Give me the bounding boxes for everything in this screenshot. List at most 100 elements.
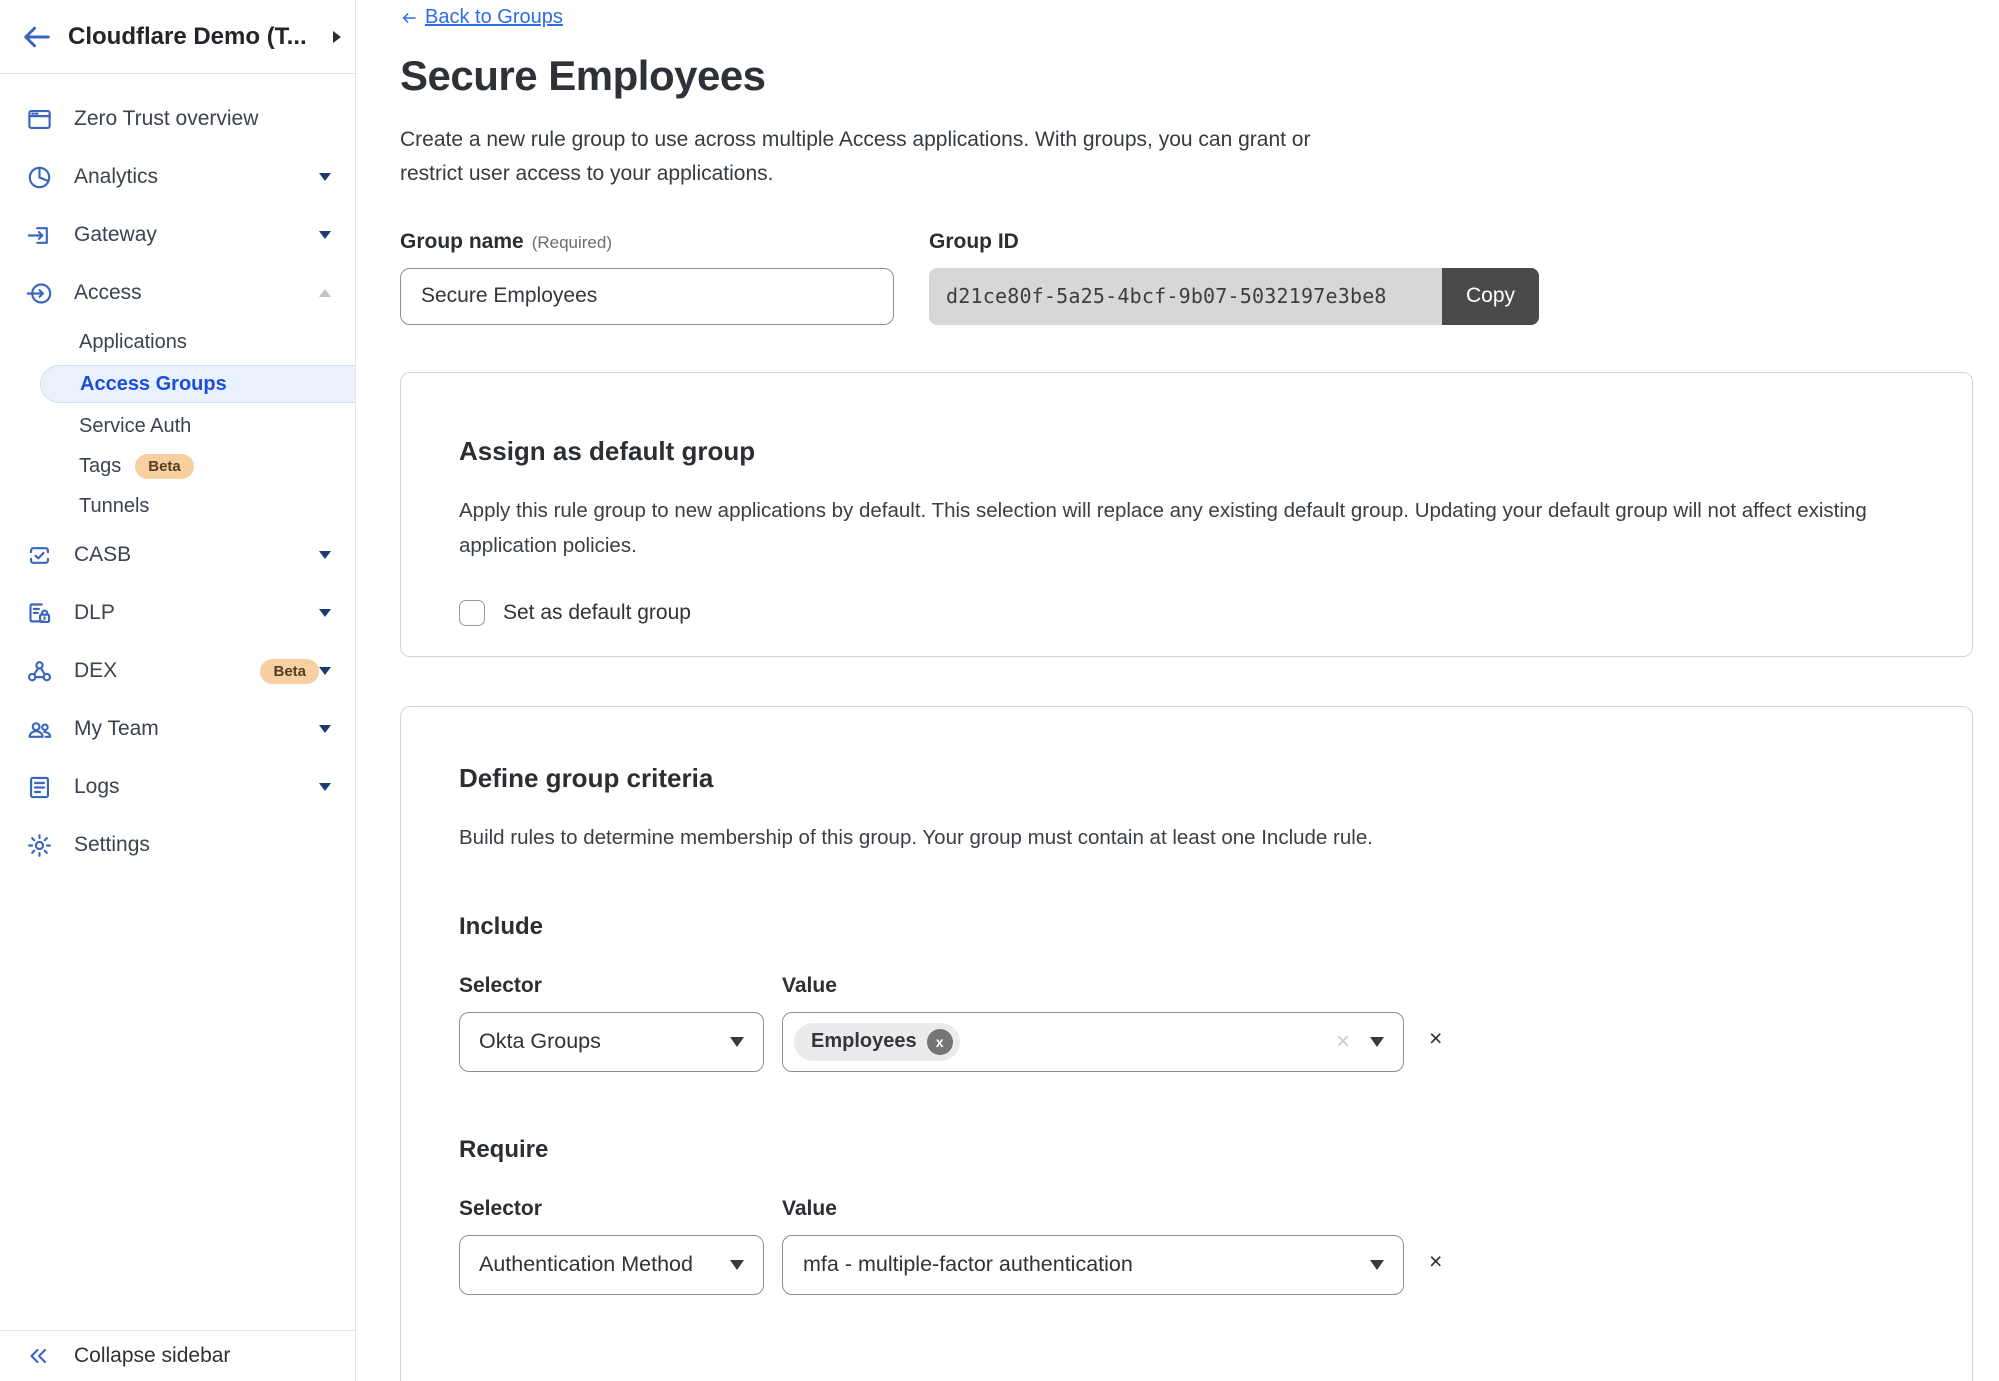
chevron-down-icon[interactable] <box>319 173 331 181</box>
remove-include-rule-icon[interactable]: × <box>1429 1027 1442 1072</box>
collapse-sidebar-button[interactable]: Collapse sidebar <box>0 1330 355 1381</box>
sidebar-item-label: Logs <box>74 775 319 799</box>
beta-badge: Beta <box>260 659 319 684</box>
include-selector-dropdown[interactable]: Okta Groups <box>459 1012 764 1072</box>
value-tag: Employees x <box>794 1023 960 1061</box>
sidebar-subitem-label: Access Groups <box>80 373 227 396</box>
include-selector-value: Okta Groups <box>479 1029 601 1054</box>
group-name-label-row: Group name(Required) <box>400 230 894 254</box>
sidebar-item-access[interactable]: Access <box>0 264 355 322</box>
sidebar-item-label: Access <box>74 281 319 305</box>
criteria-card-description: Build rules to determine membership of t… <box>459 820 1889 855</box>
network-nodes-icon <box>26 658 53 685</box>
document-lock-icon <box>26 600 53 627</box>
chevron-down-icon <box>730 1260 744 1270</box>
sidebar-item-service-auth[interactable]: Service Auth <box>0 406 355 446</box>
chevron-down-icon[interactable] <box>319 725 331 733</box>
require-value-dropdown[interactable]: mfa - multiple-factor authentication <box>782 1235 1404 1295</box>
require-rule-labels: Selector Value <box>459 1197 1914 1221</box>
value-tag-label: Employees <box>811 1030 917 1053</box>
sidebar-subitem-label: Service Auth <box>79 415 191 438</box>
window-icon <box>26 106 53 133</box>
chevron-right-icon[interactable] <box>333 31 341 43</box>
sidebar-item-access-groups[interactable]: Access Groups <box>40 365 355 403</box>
include-section: Include Selector Value Okta Groups Emplo… <box>459 913 1914 1072</box>
chevron-down-icon <box>1370 1260 1384 1270</box>
sidebar-item-label: DEX <box>74 659 246 683</box>
team-icon <box>26 716 53 743</box>
sidebar-item-logs[interactable]: Logs <box>0 758 355 816</box>
selector-label: Selector <box>459 974 782 998</box>
page-title: Secure Employees <box>400 52 1973 100</box>
back-to-groups-link[interactable]: Back to Groups <box>400 6 563 29</box>
chevron-down-icon <box>730 1037 744 1047</box>
sidebar-subitem-label: Tags <box>79 455 121 478</box>
sidebar-item-label: My Team <box>74 717 319 741</box>
default-group-card-title: Assign as default group <box>459 436 1914 467</box>
sidebar-item-settings[interactable]: Settings <box>0 816 355 874</box>
criteria-card: Define group criteria Build rules to det… <box>400 706 1973 1381</box>
sidebar-item-tags[interactable]: Tags Beta <box>0 446 355 486</box>
sidebar-item-my-team[interactable]: My Team <box>0 700 355 758</box>
group-name-field-group: Group name(Required) <box>400 230 894 325</box>
sidebar-item-label: Zero Trust overview <box>74 107 331 131</box>
chevron-down-icon[interactable] <box>319 667 331 675</box>
collapse-chevrons-icon <box>26 1344 50 1368</box>
chevron-down-icon[interactable] <box>319 609 331 617</box>
back-arrow-icon[interactable] <box>22 22 52 52</box>
require-value: mfa - multiple-factor authentication <box>803 1252 1370 1277</box>
sidebar-item-label: DLP <box>74 601 319 625</box>
required-hint: (Required) <box>532 233 612 252</box>
group-id-field-group: Group ID d21ce80f-5a25-4bcf-9b07-5032197… <box>929 230 1539 325</box>
include-value-multiselect[interactable]: Employees x × <box>782 1012 1404 1072</box>
require-selector-dropdown[interactable]: Authentication Method <box>459 1235 764 1295</box>
sidebar-item-casb[interactable]: CASB <box>0 526 355 584</box>
sidebar-item-label: CASB <box>74 543 319 567</box>
sidebar-item-analytics[interactable]: Analytics <box>0 148 355 206</box>
default-group-card-description: Apply this rule group to new application… <box>459 493 1889 564</box>
logs-icon <box>26 774 53 801</box>
copy-button[interactable]: Copy <box>1442 268 1539 325</box>
criteria-card-title: Define group criteria <box>459 763 1914 794</box>
set-default-group-checkbox-row[interactable]: Set as default group <box>459 600 1914 626</box>
sidebar-item-zero-trust-overview[interactable]: Zero Trust overview <box>0 90 355 148</box>
set-default-group-checkbox[interactable] <box>459 600 485 626</box>
sidebar-item-dex[interactable]: DEX Beta <box>0 642 355 700</box>
group-id-row: d21ce80f-5a25-4bcf-9b07-5032197e3be8 Cop… <box>929 268 1539 325</box>
main-content: Back to Groups Secure Employees Create a… <box>400 0 1973 1381</box>
chevron-down-icon[interactable] <box>319 231 331 239</box>
chevron-down-icon[interactable] <box>319 783 331 791</box>
include-heading: Include <box>459 913 1914 941</box>
back-arrow-icon <box>400 10 418 26</box>
back-link-label: Back to Groups <box>425 6 563 29</box>
set-default-group-label: Set as default group <box>503 601 691 625</box>
require-section: Require Selector Value Authentication Me… <box>459 1136 1914 1295</box>
sidebar-item-label: Settings <box>74 833 331 857</box>
include-rule-row: Okta Groups Employees x × × <box>459 1012 1914 1072</box>
remove-require-rule-icon[interactable]: × <box>1429 1250 1442 1295</box>
chevron-up-icon[interactable] <box>319 289 331 297</box>
remove-tag-icon[interactable]: x <box>927 1029 953 1055</box>
sidebar-item-tunnels[interactable]: Tunnels <box>0 486 355 526</box>
require-selector-value: Authentication Method <box>479 1252 693 1277</box>
clear-values-icon[interactable]: × <box>1336 1028 1350 1056</box>
require-rule-row: Authentication Method mfa - multiple-fac… <box>459 1235 1914 1295</box>
value-label: Value <box>782 1197 837 1221</box>
selector-label: Selector <box>459 1197 782 1221</box>
gateway-icon <box>26 222 53 249</box>
group-name-input[interactable] <box>400 268 894 325</box>
sidebar-item-gateway[interactable]: Gateway <box>0 206 355 264</box>
sidebar-item-label: Analytics <box>74 165 319 189</box>
chevron-down-icon <box>1370 1037 1384 1047</box>
gear-icon <box>26 832 53 859</box>
sidebar-item-applications[interactable]: Applications <box>0 322 355 362</box>
value-label: Value <box>782 974 837 998</box>
sidebar-item-label: Gateway <box>74 223 319 247</box>
sidebar-item-dlp[interactable]: DLP <box>0 584 355 642</box>
chevron-down-icon[interactable] <box>319 551 331 559</box>
group-id-label: Group ID <box>929 230 1539 254</box>
pie-chart-icon <box>26 164 53 191</box>
sidebar-subitem-label: Tunnels <box>79 495 149 518</box>
page-description: Create a new rule group to use across mu… <box>400 123 1365 191</box>
sidebar: Cloudflare Demo (T... Zero Trust overvie… <box>0 0 356 1381</box>
